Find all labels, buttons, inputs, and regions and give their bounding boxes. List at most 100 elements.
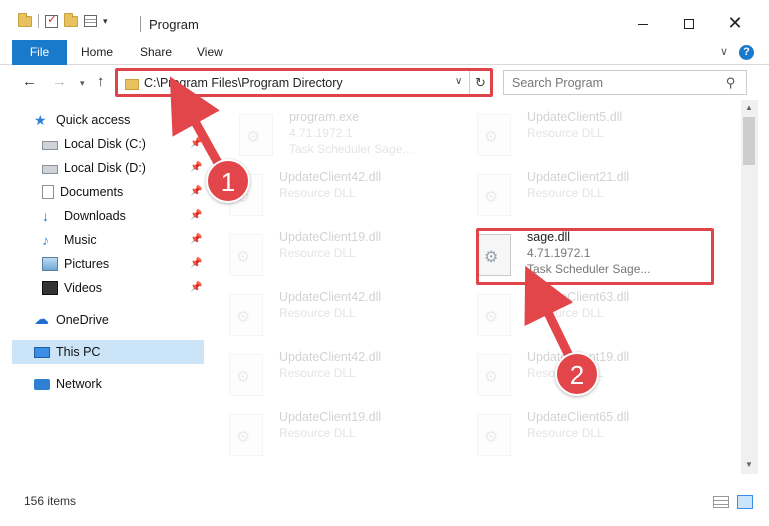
file-name: UpdateClient65.dll bbox=[527, 410, 630, 424]
sidebar-item-quick-access[interactable]: ★ Quick access bbox=[34, 108, 238, 132]
file-type: Resource DLL bbox=[527, 306, 604, 320]
close-button[interactable]: ✕ bbox=[712, 8, 758, 38]
sidebar-item-network[interactable]: Network bbox=[34, 372, 204, 396]
vertical-scrollbar[interactable]: ▲ ▼ bbox=[741, 100, 758, 474]
file-type: Resource DLL bbox=[279, 306, 356, 320]
file-name: UpdateClient63.dll bbox=[527, 290, 630, 304]
dll-file-icon bbox=[229, 354, 263, 396]
maximize-icon bbox=[684, 19, 694, 30]
search-icon[interactable]: ⚲ bbox=[726, 75, 736, 91]
folder-icon[interactable] bbox=[18, 12, 32, 27]
documents-icon bbox=[42, 185, 54, 199]
new-folder-icon[interactable] bbox=[64, 12, 78, 27]
expand-ribbon-icon[interactable]: ∨ bbox=[720, 45, 728, 58]
sidebar-item-this-pc[interactable]: This PC bbox=[12, 340, 204, 364]
dll-file-icon bbox=[477, 294, 511, 336]
tab-share[interactable]: Share bbox=[130, 40, 182, 65]
file-item[interactable]: UpdateClient42.dll Resource DLL bbox=[215, 346, 455, 406]
step-callout-1: 1 bbox=[206, 159, 250, 203]
status-bar: 156 items bbox=[0, 490, 769, 512]
customize-icon[interactable] bbox=[84, 15, 97, 27]
sidebar-item-local-disk-c[interactable]: Local Disk (C:) 📌 bbox=[42, 132, 204, 156]
window-title: Program bbox=[149, 17, 199, 32]
sidebar-item-pictures[interactable]: Pictures 📌 bbox=[42, 252, 204, 276]
cloud-icon: ☁ bbox=[34, 311, 49, 328]
pin-icon[interactable]: 📌 bbox=[190, 186, 202, 197]
item-count: 156 items bbox=[24, 494, 77, 508]
tab-view[interactable]: View bbox=[187, 40, 233, 65]
file-type: Resource DLL bbox=[279, 426, 356, 440]
title-divider bbox=[140, 16, 141, 32]
tab-file[interactable]: File bbox=[12, 40, 67, 65]
file-item[interactable]: UpdateClient5.dll Resource DLL bbox=[463, 106, 703, 166]
sidebar-item-downloads[interactable]: ↓ Downloads 📌 bbox=[42, 204, 204, 228]
videos-icon bbox=[42, 281, 58, 295]
tiles-view-icon[interactable] bbox=[737, 495, 753, 509]
dll-file-icon bbox=[229, 234, 263, 276]
sidebar-item-label: This PC bbox=[56, 345, 101, 359]
file-type: Resource DLL bbox=[279, 366, 356, 380]
customize-dropdown-icon[interactable]: ▾ bbox=[103, 16, 108, 27]
back-arrow-icon[interactable]: ← bbox=[22, 73, 37, 90]
sidebar-item-videos[interactable]: Videos 📌 bbox=[42, 276, 204, 300]
sidebar-item-label: Downloads bbox=[64, 209, 126, 223]
file-item[interactable]: program.exe 4.71.1972.1 Task Scheduler S… bbox=[225, 106, 465, 166]
sidebar-item-local-disk-d[interactable]: Local Disk (D:) 📌 bbox=[42, 156, 204, 180]
file-item[interactable]: UpdateClient19.dll Resource DLL bbox=[215, 406, 455, 466]
file-type: Resource DLL bbox=[279, 246, 356, 260]
file-item[interactable]: UpdateClient21.dll Resource DLL bbox=[463, 166, 703, 226]
pin-icon[interactable]: 📌 bbox=[190, 138, 202, 149]
file-description: Task Scheduler Sage... bbox=[289, 142, 413, 156]
file-item[interactable]: UpdateClient42.dll Resource DLL bbox=[215, 286, 455, 346]
toolbar-divider bbox=[38, 14, 39, 28]
tab-home[interactable]: Home bbox=[71, 40, 123, 65]
pin-icon[interactable]: 📌 bbox=[190, 258, 202, 269]
file-item[interactable]: UpdateClient19.dll Resource DLL bbox=[215, 226, 455, 286]
star-icon: ★ bbox=[34, 112, 47, 128]
minimize-button[interactable] bbox=[620, 8, 666, 38]
file-item[interactable]: UpdateClient65.dll Resource DLL bbox=[463, 406, 703, 466]
file-name: UpdateClient42.dll bbox=[279, 290, 382, 304]
dll-file-icon bbox=[229, 414, 263, 456]
sidebar-item-label: OneDrive bbox=[56, 313, 109, 327]
sidebar-item-label: Local Disk (C:) bbox=[64, 137, 146, 151]
dll-file-icon bbox=[477, 174, 511, 216]
sidebar-item-label: Music bbox=[64, 233, 97, 247]
music-icon: ♪ bbox=[42, 232, 49, 248]
file-type: Resource DLL bbox=[279, 186, 356, 200]
pin-icon[interactable]: 📌 bbox=[190, 210, 202, 221]
file-version: 4.71.1972.1 bbox=[289, 126, 353, 140]
step-callout-2: 2 bbox=[555, 352, 599, 396]
pin-icon[interactable]: 📌 bbox=[190, 162, 202, 173]
dll-file-icon bbox=[229, 294, 263, 336]
maximize-button[interactable] bbox=[666, 8, 712, 38]
properties-check-icon[interactable] bbox=[45, 12, 58, 28]
recent-locations-icon[interactable]: ▾ bbox=[80, 78, 85, 89]
sidebar-item-label: Pictures bbox=[64, 257, 110, 271]
details-view-icon[interactable] bbox=[713, 496, 729, 508]
title-bar: ▾ Program ✕ bbox=[0, 0, 769, 40]
pin-icon[interactable]: 📌 bbox=[190, 282, 202, 293]
sidebar-item-label: Quick access bbox=[56, 113, 131, 127]
sidebar-item-documents[interactable]: Documents 📌 bbox=[42, 180, 204, 204]
help-icon[interactable]: ? bbox=[739, 45, 754, 60]
pin-icon[interactable]: 📌 bbox=[190, 234, 202, 245]
up-arrow-icon[interactable]: ↑ bbox=[97, 73, 105, 90]
file-type: Resource DLL bbox=[527, 126, 604, 140]
quick-access-toolbar: ▾ bbox=[18, 12, 108, 28]
scroll-thumb[interactable] bbox=[743, 117, 755, 165]
sidebar-item-onedrive[interactable]: ☁ OneDrive bbox=[34, 308, 204, 332]
scroll-down-icon[interactable]: ▼ bbox=[745, 460, 753, 469]
forward-arrow-icon[interactable]: → bbox=[52, 73, 67, 90]
file-name: UpdateClient21.dll bbox=[527, 170, 630, 184]
sidebar-item-music[interactable]: ♪ Music 📌 bbox=[42, 228, 204, 252]
file-item[interactable]: UpdateClient42.dll Resource DLL bbox=[215, 166, 455, 226]
search-box[interactable]: Search Program ⚲ bbox=[503, 70, 747, 95]
disk-icon bbox=[42, 141, 58, 150]
file-name: UpdateClient5.dll bbox=[527, 110, 623, 124]
search-input[interactable]: Search Program bbox=[512, 76, 603, 90]
file-item[interactable]: UpdateClient63.dll Resource DLL bbox=[463, 286, 703, 346]
scroll-up-icon[interactable]: ▲ bbox=[745, 103, 753, 112]
file-type: Resource DLL bbox=[527, 426, 604, 440]
navigation-pane: ★ Quick access Local Disk (C:) 📌 Local D… bbox=[0, 104, 207, 474]
